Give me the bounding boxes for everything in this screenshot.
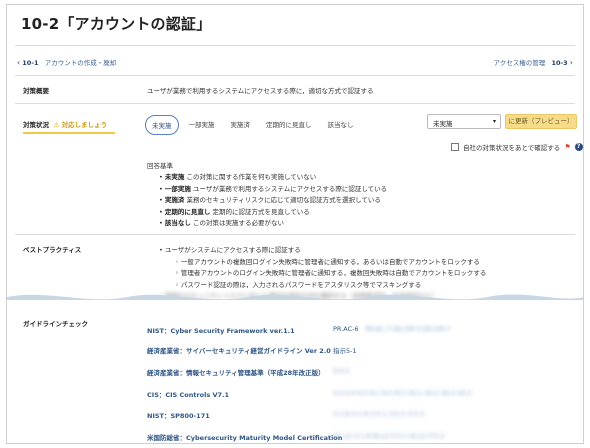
criteria-desc: 業務のセキュリティリスクに応じて適切な認証方式を選択している (186, 196, 381, 204)
guideline-name[interactable]: CIS：CIS Controls V7.1 (147, 389, 229, 399)
guideline-blurred-refs: 4.3 4.4 4.5 6.1 6.2 8.3 16.1 16.2 16.3 1… (333, 389, 472, 397)
confirm-later-checkbox[interactable] (451, 143, 459, 151)
guideline-blurred-refs: 9.4.2 (333, 367, 350, 375)
best-practice-main: • ユーザがシステムにアクセスする際に認証する (159, 246, 301, 254)
status-option-partial[interactable]: 一部実施 (183, 115, 221, 135)
status-label-wrap: 対策状況 ⚠ 対応しましょう (23, 119, 107, 129)
criteria-item: 該当なし この対策は実施する必要がない (159, 218, 387, 230)
confirm-later-label: 自社の対策状況をあとで確認する (463, 144, 561, 152)
prev-link[interactable]: ‹ 10-1 アカウントの作成・廃却 (17, 57, 116, 67)
criteria-title: 回答基準 (147, 162, 173, 170)
warning-icon: ⚠ (53, 121, 60, 129)
status-warning: 対応しましょう (61, 121, 108, 129)
best-practice-sub: 一般アカウントの複数回ログイン失敗時に管理者に通知する，あるいは自動でアカウント… (175, 257, 486, 269)
next-id: 10-3 (551, 59, 568, 67)
next-link[interactable]: アクセス権の管理 10-3 › (494, 57, 573, 67)
status-option-review[interactable]: 定期的に見直し (260, 115, 318, 135)
status-option-done[interactable]: 実施済 (225, 115, 257, 135)
warning-underline (23, 132, 115, 134)
guideline-blurred-refs: PR.AC-7 DE.CM-3 DE.CM-7 (365, 325, 451, 333)
best-practice-label: ベストプラクティス (23, 246, 82, 254)
guideline-name[interactable]: NIST：Cyber Security Framework ver.1.1 (147, 325, 295, 335)
prev-label: アカウントの作成・廃却 (44, 59, 117, 67)
criteria-item: 実施済 業務のセキュリティリスクに応じて適切な認証方式を選択している (159, 195, 387, 207)
criteria-desc: この対策に関する作業を何も実施していない (186, 173, 317, 181)
criteria-desc: ユーザが業務で利用するシステムにアクセスする際に認証している (192, 184, 388, 193)
guideline-blurred-refs: 3.1.8 3.1.9 3.5.1 3.5.2 3.5.3 (333, 410, 424, 418)
chevron-right-icon: › (569, 58, 573, 67)
chevron-left-icon: ‹ (17, 58, 21, 67)
guideline-ref[interactable]: 指示5-1 (333, 345, 357, 355)
criteria-term: 未実施 (164, 173, 185, 181)
main-panel: 10-2「アカウントの認証」 ‹ 10-1 アカウントの作成・廃却 アクセス権の… (6, 4, 584, 444)
pager-nav: ‹ 10-1 アカウントの作成・廃却 アクセス権の管理 10-3 › (15, 57, 575, 71)
update-preview-button[interactable]: に更新（プレビュー） (505, 114, 577, 129)
status-radio-group: 未実施 一部実施 実施済 定期的に見直し 該当なし (145, 115, 360, 135)
status-select-value: 未実施 (433, 120, 453, 128)
criteria-item: 一部実施 ユーザが業務で利用するシステムにアクセスする際に認証している (159, 184, 387, 196)
overview-text: ユーザが業務で利用するシステムにアクセスする際に，適切な方式で認証する (147, 87, 374, 95)
guideline-name[interactable]: 経済産業省：サイバーセキュリティ経営ガイドライン Ver 2.0 (147, 345, 331, 355)
guideline-ref[interactable]: PR.AC-6 (333, 325, 359, 333)
help-icon[interactable]: ? (574, 143, 583, 151)
status-label: 対策状況 (23, 121, 49, 129)
criteria-term: 実施済 (164, 196, 185, 204)
status-option-na[interactable]: 該当なし (322, 115, 360, 135)
criteria-list: 未実施 この対策に関する作業を何も実施していない 一部実施 ユーザが業務で利用す… (159, 172, 387, 230)
criteria-item: 未実施 この対策に関する作業を何も実施していない (159, 172, 387, 184)
status-option-unimplemented[interactable]: 未実施 (145, 115, 179, 135)
criteria-divider (15, 234, 575, 235)
confirm-later-row: 自社の対策状況をあとで確認する ⚑ ? (451, 142, 583, 152)
guideline-name[interactable]: 米国防総省：Cybersecurity Maturity Model Certi… (147, 432, 342, 442)
overview-divider (15, 103, 575, 104)
criteria-term: 一部実施 (164, 184, 191, 193)
chevron-down-icon: ▾ (492, 118, 496, 125)
prev-id: 10-1 (22, 59, 39, 67)
status-select[interactable]: 未実施 ▾ (427, 114, 501, 129)
guideline-name[interactable]: NIST：SP800-171 (147, 410, 210, 420)
criteria-desc: この対策は実施する必要がない (192, 219, 284, 227)
guideline-name[interactable]: 経済産業省：情報セキュリティ管理基準（平成28年改正版） (147, 367, 325, 377)
best-practice-main-text: ユーザがシステムにアクセスする際に認証する (164, 246, 301, 254)
title-divider (15, 45, 575, 46)
guideline-blurred-refs: AC.L2-3.1.8 IA.L2-3.5.1 IA.L2-3.5.2 (333, 432, 445, 440)
criteria-term: 定期的に見直し (164, 207, 211, 216)
next-label: アクセス権の管理 (493, 59, 546, 67)
criteria-item: 定期的に見直し 定期的に認証方式を見直している (159, 207, 387, 219)
guideline-label: ガイドラインチェック (23, 320, 88, 328)
criteria-desc: 定期的に認証方式を見直している (212, 207, 310, 216)
flag-icon: ⚑ (564, 143, 571, 151)
page-title: 10-2「アカウントの認証」 (21, 15, 212, 33)
criteria-term: 該当なし (164, 219, 191, 227)
best-practice-sub: 管理者アカウントのログイン失敗時に管理者に通知する，複数回失敗時は自動でアカウン… (175, 268, 487, 280)
nav-divider (15, 75, 575, 76)
overview-label: 対策概要 (23, 87, 49, 95)
